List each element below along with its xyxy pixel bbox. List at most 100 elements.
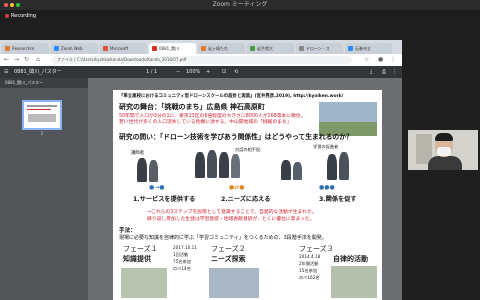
- tab-favicon-icon: [5, 46, 10, 51]
- pdf-toolbar: ☰ 0881_関川_パスター 1 / 1 − 100% + ⊡ ⟲ ⤓ ⎙ ⋮: [0, 66, 402, 78]
- stage-line-2: 若い世代が多くの人口流失している危機に瀕する。中山間地域の「挑戦のまち」: [119, 120, 292, 125]
- method-text: 現場に必要な知識を自律的に学ぶ「学習コミュニティ」をつくるための、3段階手法を開…: [119, 235, 327, 241]
- back-icon[interactable]: ←: [4, 54, 9, 66]
- profile-icon[interactable]: ●: [378, 54, 383, 66]
- browser-tab-strip: Researchm Zoom Web Microsoft 0881_関川 岩ヶ崎たれ 岩手…: [0, 40, 402, 54]
- rotate-icon[interactable]: ⟲: [234, 66, 238, 78]
- menu-icon[interactable]: ⋮: [390, 54, 396, 66]
- tab-favicon-icon: [299, 46, 304, 51]
- tab-favicon-icon: [250, 46, 255, 51]
- shared-screen: Researchm Zoom Web Microsoft 0881_関川 岩ヶ崎たれ 岩手…: [0, 40, 402, 300]
- recording-label: Recording: [11, 13, 37, 19]
- zoom-out-icon[interactable]: −: [176, 66, 180, 78]
- person-figure: [327, 154, 337, 180]
- tab-label: 岩手県大: [257, 46, 273, 51]
- person-figure: [207, 150, 217, 178]
- record-dot-icon: [5, 13, 9, 18]
- page-thumbnail[interactable]: [22, 100, 62, 130]
- thumb-text-line: [27, 105, 57, 107]
- browser-tab[interactable]: Researchm: [2, 43, 49, 54]
- face-mask: [437, 147, 451, 156]
- browser-tab[interactable]: 岩ヶ崎たれ: [198, 43, 245, 54]
- pdf-filename: 0881_関川_パスター: [14, 69, 62, 75]
- method-title: 手法：: [119, 228, 136, 234]
- thumb-text-line: [27, 109, 51, 110]
- tab-label: Zoom Web: [61, 46, 83, 51]
- tab-label: Microsoft: [110, 46, 129, 51]
- phase-1-title: フェーズ１: [123, 245, 158, 253]
- thumb-image: [28, 114, 56, 122]
- phase-3-count: 15名参加: [299, 268, 317, 273]
- step-3: 3.関係を促す: [319, 196, 357, 203]
- person-figure: [281, 160, 291, 180]
- person-figure: [293, 162, 302, 180]
- tab-label: ドローン・ス: [306, 46, 330, 51]
- phase-1-subtitle: 知識提供: [123, 255, 151, 263]
- person-figure: [149, 160, 158, 182]
- reload-icon[interactable]: ↻: [24, 54, 29, 66]
- person-figure: [137, 158, 147, 182]
- people-icon: ●→●: [149, 184, 165, 191]
- browser-tab[interactable]: Microsoft: [100, 43, 147, 54]
- phase-3-photo: [331, 266, 377, 298]
- thumbnail-panel-header: 0881_関川_パスター: [0, 78, 88, 88]
- step-1: 1.サービスを提供する: [133, 196, 196, 203]
- browser-tab[interactable]: Zoom Web: [51, 43, 98, 54]
- tab-favicon-icon: [54, 46, 59, 51]
- phase-1-count: 75名参加: [173, 259, 191, 264]
- participant-video[interactable]: [408, 130, 478, 170]
- tab-label: 岩ヶ崎たれ: [208, 46, 228, 51]
- label-learner: 学習の促進者: [313, 144, 339, 149]
- tab-favicon-icon: [348, 46, 353, 51]
- person-shoulders: [428, 156, 462, 170]
- recording-indicator[interactable]: Recording: [2, 12, 39, 20]
- tab-favicon-icon: [103, 46, 108, 51]
- people-icon: ●●●: [319, 184, 335, 191]
- phase-3-subtitle: 自律的活動: [333, 255, 368, 263]
- browser-tab[interactable]: 0881_関川: [149, 43, 196, 54]
- phase-3-note: のべ162名: [299, 275, 320, 280]
- person-figure: [339, 152, 349, 180]
- poster-page: 『単立高校におけるコミュニティ型ドローンスクールの設計と実装』(宮井晃彦,201…: [113, 90, 382, 300]
- home-icon[interactable]: ⌂: [36, 54, 40, 66]
- tab-label: 石巻市立: [355, 46, 371, 51]
- download-icon[interactable]: ⤓: [370, 66, 372, 78]
- fit-page-icon[interactable]: ⊡: [222, 66, 226, 78]
- phase-1-date: 2017.10.11: [173, 245, 197, 250]
- result-line-1: →これらの3ステップを段階として意識することで、自発的な活動が生まれた。: [147, 210, 317, 215]
- menu-icon[interactable]: ☰: [4, 66, 8, 78]
- zoom-in-icon[interactable]: +: [206, 66, 210, 78]
- tab-favicon-icon: [152, 46, 157, 51]
- phase-3-title: フェーズ３: [299, 245, 334, 253]
- person-figure: [231, 154, 240, 178]
- phase-3-date: 2014.4.18: [299, 254, 321, 259]
- step-2: 2.ニーズに応える: [221, 196, 271, 203]
- star-icon[interactable]: ☆: [364, 54, 369, 66]
- page-indicator[interactable]: 1 / 1: [146, 66, 157, 78]
- browser-tab[interactable]: 岩手県大: [247, 43, 294, 54]
- phase-1-note: のべ14名: [173, 266, 191, 271]
- stage-title: 研究の舞台：「挑戦のまち」広島県 神石高原町: [119, 103, 265, 111]
- tab-favicon-icon: [201, 46, 206, 51]
- phase-2-title: フェーズ２: [211, 245, 246, 253]
- forward-icon[interactable]: →: [14, 54, 19, 66]
- recording-bar: Recording: [0, 10, 480, 22]
- tab-label: 0881_関川: [159, 46, 180, 51]
- participant-video-tile: [402, 40, 480, 300]
- person-figure: [195, 152, 205, 178]
- window-title: Zoom ミーティング: [212, 1, 268, 8]
- browser-tab[interactable]: ドローン・ス: [296, 43, 343, 54]
- more-icon[interactable]: ⋮: [392, 66, 397, 78]
- people-icon: ●⇄●: [229, 184, 245, 191]
- tab-label: Researchm: [12, 46, 35, 51]
- thumbnail-page-number: 1: [40, 131, 44, 136]
- browser-tab[interactable]: 石巻市立: [345, 43, 392, 54]
- phase-1-photo: [121, 268, 167, 298]
- print-icon[interactable]: ⎙: [382, 66, 386, 78]
- zoom-title-bar: Zoom ミーティング: [0, 0, 480, 10]
- url-field[interactable]: ファイル | C:/Users/kyohko/kando/Downloads/K…: [52, 56, 352, 64]
- label-partner: 対話の相手役: [235, 147, 261, 152]
- research-question: 研究の問い：「ドローン技術を学びあう関係性」はどうやって生まれるのか？: [119, 133, 353, 141]
- zoom-level[interactable]: 100%: [186, 66, 200, 78]
- result-line-2: 繰り返し参加した生徒は学習意欲・地域貢献意欲が、とくに優位に高まった。: [147, 217, 315, 222]
